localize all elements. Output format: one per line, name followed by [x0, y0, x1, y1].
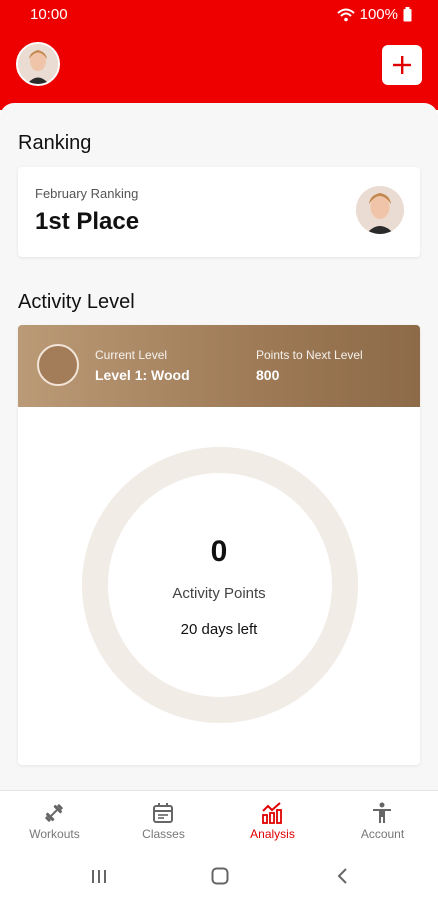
level-banner: Current Level Level 1: Wood Points to Ne…	[18, 325, 420, 407]
nav-classes[interactable]: Classes	[109, 791, 218, 853]
ranking-photo-icon	[356, 186, 404, 234]
recent-apps-icon[interactable]	[85, 862, 113, 890]
battery-icon	[403, 7, 412, 22]
nav-account-label: Account	[360, 827, 405, 841]
next-level: Points to Next Level 800	[256, 348, 363, 383]
current-level: Current Level Level 1: Wood	[95, 348, 190, 383]
nav-analysis[interactable]: Analysis	[218, 791, 327, 853]
nav-classes-label: Classes	[142, 827, 185, 841]
plus-icon	[393, 56, 411, 74]
app-header: 10:00 100%	[0, 0, 438, 110]
wifi-icon	[336, 8, 355, 21]
activity-points-label: Activity Points	[172, 585, 266, 602]
nav-workouts[interactable]: Workouts	[0, 791, 109, 853]
battery-percent: 100%	[359, 6, 398, 23]
activity-level-title: Activity Level	[18, 291, 135, 313]
profile-avatar[interactable]	[16, 42, 60, 86]
back-icon[interactable]	[329, 862, 357, 890]
ranking-card[interactable]: February Ranking 1st Place	[18, 167, 420, 257]
dumbbell-icon	[45, 804, 63, 822]
nav-account[interactable]: Account	[328, 791, 437, 853]
profile-photo-icon	[18, 44, 58, 84]
person-icon	[373, 802, 391, 823]
ranking-month-label: February Ranking	[35, 186, 139, 201]
add-button[interactable]	[382, 45, 422, 85]
nav-workouts-label: Workouts	[29, 827, 80, 841]
calendar-icon	[153, 803, 173, 823]
wood-level-badge-icon	[37, 344, 79, 386]
activity-card: Current Level Level 1: Wood Points to Ne…	[18, 325, 420, 765]
current-level-value: Level 1: Wood	[95, 367, 190, 383]
status-bar: 10:00 100%	[0, 0, 438, 30]
ranking-avatar	[356, 186, 404, 234]
next-level-value: 800	[256, 367, 280, 383]
main-content: Ranking February Ranking 1st Place Activ…	[0, 103, 438, 793]
status-indicators: 100%	[336, 6, 412, 23]
nav-analysis-label: Analysis	[250, 827, 295, 841]
status-time: 10:00	[30, 6, 68, 23]
chart-icon	[262, 802, 282, 824]
bottom-nav: Workouts Classes Analysis Account	[0, 790, 438, 852]
home-icon[interactable]	[206, 862, 234, 890]
ranking-place: 1st Place	[35, 208, 140, 235]
days-left: 20 days left	[180, 621, 258, 638]
current-level-label: Current Level	[95, 348, 168, 362]
ranking-title: Ranking	[18, 132, 92, 154]
next-level-label: Points to Next Level	[256, 348, 363, 362]
activity-points-value: 0	[210, 535, 228, 568]
system-nav-bar	[0, 852, 438, 900]
